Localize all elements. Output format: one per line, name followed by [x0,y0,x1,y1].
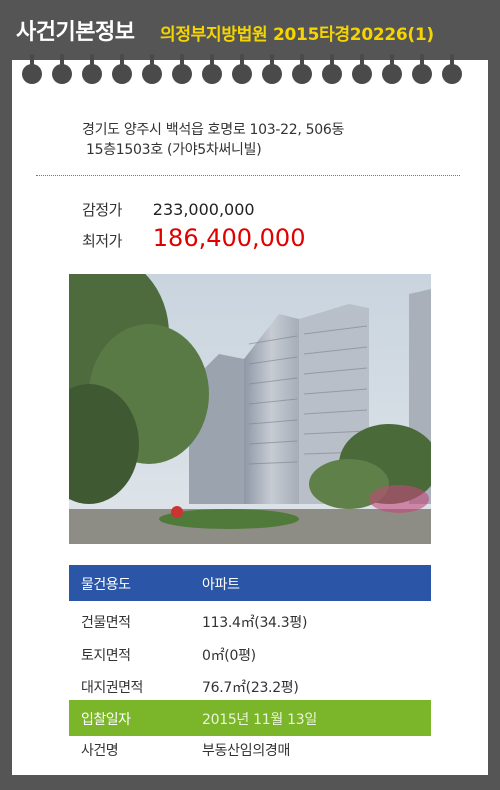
usage-value: 아파트 [202,577,240,593]
apartment-building-image [69,274,431,544]
property-address: 경기도 양주시 백석읍 호명로 103-22, 506동 15층1503호 (가… [82,120,344,160]
land-area-label: 토지면적 [81,648,131,664]
binder-ring-icon [112,54,132,84]
binder-ring-icon [262,54,282,84]
address-line-1: 경기도 양주시 백석읍 호명로 103-22, 506동 [82,122,345,138]
minimum-price-row: 최저가 186,400,000 [82,224,305,252]
binder-ring-icon [52,54,72,84]
binder-ring-icon [172,54,192,84]
binder-ring-icon [22,54,42,84]
bid-date-label: 입찰일자 [81,712,131,728]
binder-ring-icon [232,54,252,84]
case-name-row: 사건명 부동산임의경매 [69,731,431,767]
minimum-price-label: 최저가 [82,232,122,250]
binder-ring-icon [82,54,102,84]
land-area-value: 0㎡(0평) [202,648,256,664]
minimum-price-value: 186,400,000 [152,224,306,252]
usage-row: 물건용도 아파트 [69,565,431,601]
case-name-value: 부동산임의경매 [202,743,291,759]
page-title: 사건기본정보 [16,20,135,45]
land-area-row: 토지면적 0㎡(0평) [69,636,431,672]
building-area-row: 건물면적 113.4㎡(34.3평) [69,603,431,639]
binder-ring-icon [142,54,162,84]
appraisal-price-row: 감정가 233,000,000 [82,199,255,220]
binder-ring-icon [292,54,312,84]
binder-ring-icon [442,54,462,84]
address-line-2: 15층1503호 (가야5차써니빌) [86,142,262,158]
binder-ring-icon [382,54,402,84]
appraisal-label: 감정가 [82,201,122,219]
case-reference: 의정부지방법원 2015타경20226(1) [160,25,434,45]
bid-date-value: 2015년 11월 13일 [202,712,317,728]
header-bar: 사건기본정보 의정부지방법원 2015타경20226(1) [0,0,500,62]
usage-label: 물건용도 [81,577,131,593]
dotted-divider [36,175,460,176]
case-name-label: 사건명 [81,743,119,759]
binder-ring-icon [352,54,372,84]
site-right-area-row: 대지권면적 76.7㎡(23.2평) [69,668,431,704]
building-area-label: 건물면적 [81,615,131,631]
site-right-area-label: 대지권면적 [81,680,143,696]
site-right-area-value: 76.7㎡(23.2평) [202,680,299,696]
binder-rings [22,54,478,92]
binder-ring-icon [322,54,342,84]
building-area-value: 113.4㎡(34.3평) [202,615,308,631]
binder-ring-icon [202,54,222,84]
property-photo [69,274,431,544]
binder-ring-icon [412,54,432,84]
appraisal-value: 233,000,000 [152,200,255,219]
